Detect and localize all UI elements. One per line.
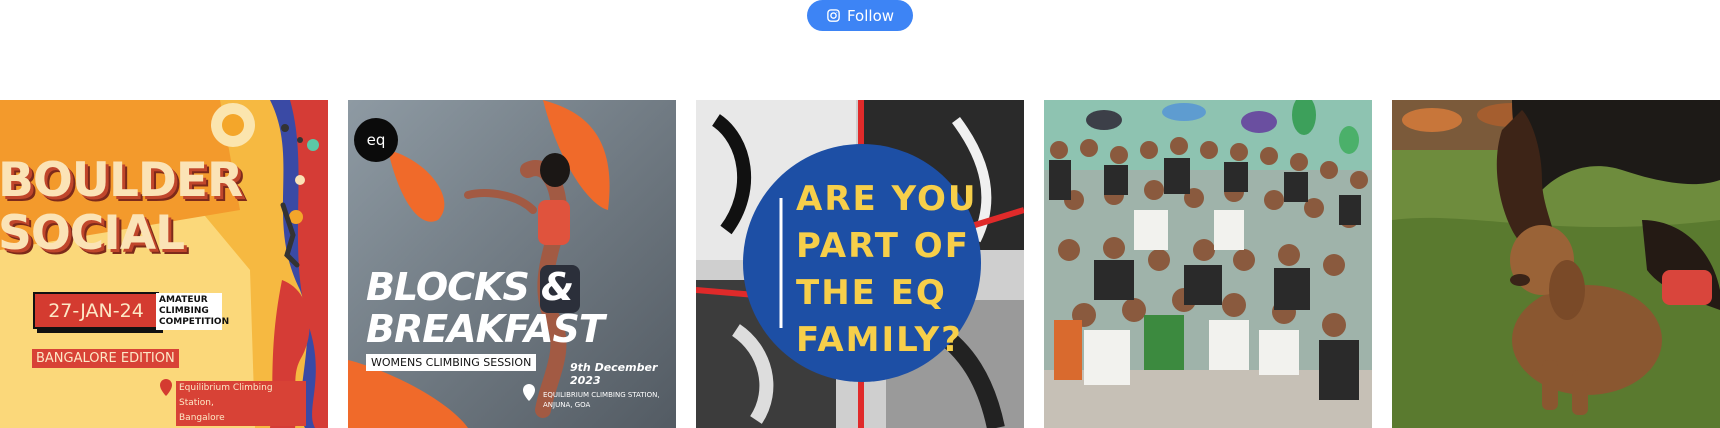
- group-photo: [1044, 100, 1372, 428]
- post-event: AMATEUR CLIMBING COMPETITION: [156, 293, 229, 330]
- venue-line1: Equilibrium Climbing Station,: [179, 383, 273, 408]
- headline-line1: ARE YOU: [796, 179, 978, 219]
- post-subtitle: WOMENS CLIMBING SESSION: [366, 354, 537, 371]
- headline-line2: PART OF: [796, 226, 970, 266]
- puppy-photo: [1392, 100, 1720, 428]
- instagram-icon: [827, 9, 840, 22]
- follow-bar: Follow: [0, 0, 1720, 31]
- post-date: 27-JAN-24: [33, 292, 159, 329]
- gallery-post-blocks-breakfast[interactable]: eq BLOCKS & BREAKFAST WOMENS CLIMBING SE…: [348, 100, 676, 428]
- follow-button[interactable]: Follow: [807, 0, 913, 31]
- post-venue: Equilibrium Climbing Station, Bangalore: [176, 381, 306, 426]
- venue-line2: ANJUNA, GOA: [543, 401, 591, 409]
- post-date: 9th December 2023: [570, 361, 658, 387]
- gallery-post-boulder-social[interactable]: BOULDER SOCIAL 27-JAN-24 AMATEUR CLIMBIN…: [0, 100, 328, 428]
- post-title-line2: BREAKFAST: [366, 307, 605, 351]
- follow-label: Follow: [846, 6, 895, 25]
- venue-line2: Bangalore: [179, 413, 225, 423]
- boulder-social-artwork: [0, 100, 328, 428]
- headline-line4: FAMILY?: [796, 320, 963, 360]
- eq-logo-icon: eq: [367, 131, 386, 149]
- post-venue: EQUILIBRIUM CLIMBING STATION, ANJUNA, GO…: [543, 390, 673, 410]
- gallery-post-eq-family[interactable]: ARE YOU PART OF THE EQ FAMILY?: [696, 100, 1024, 428]
- post-title-line1: BOULDER: [0, 153, 243, 208]
- gallery-post-group-photo[interactable]: [1044, 100, 1372, 428]
- post-title-line2: SOCIAL: [0, 206, 185, 261]
- gallery-post-puppy-photo[interactable]: [1392, 100, 1720, 428]
- post-title-line1: BLOCKS &: [366, 265, 574, 309]
- headline-line3: THE EQ: [796, 273, 947, 313]
- post-headline: ARE YOU PART OF THE EQ FAMILY?: [796, 176, 977, 364]
- post-title: BLOCKS & BREAKFAST: [366, 265, 605, 351]
- venue-line1: EQUILIBRIUM CLIMBING STATION,: [543, 391, 660, 399]
- post-edition: BANGALORE EDITION: [32, 349, 179, 368]
